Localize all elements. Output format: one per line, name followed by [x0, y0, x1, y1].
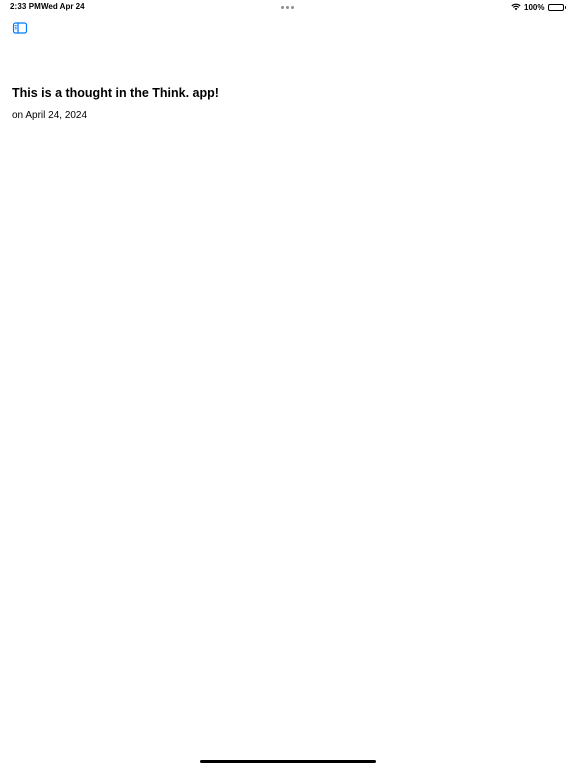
battery-percent: 100% [524, 2, 545, 12]
status-time: 2:33 PM [10, 2, 41, 11]
thought-title: This is a thought in the Think. app! [12, 86, 219, 100]
status-indicators: 100% [511, 2, 566, 12]
app-screen: 2:33 PM Wed Apr 24 100% This is a though… [0, 0, 576, 768]
status-bar: 2:33 PM Wed Apr 24 100% [0, 0, 576, 14]
sidebar-toggle-button[interactable] [12, 20, 28, 36]
wifi-icon [511, 3, 521, 11]
status-date: Wed Apr 24 [41, 2, 85, 11]
multitask-dots-icon[interactable] [281, 6, 294, 9]
sidebar-icon [12, 20, 28, 36]
thought-date: on April 24, 2024 [12, 110, 88, 121]
battery-icon [547, 3, 566, 11]
home-indicator[interactable] [200, 760, 376, 763]
